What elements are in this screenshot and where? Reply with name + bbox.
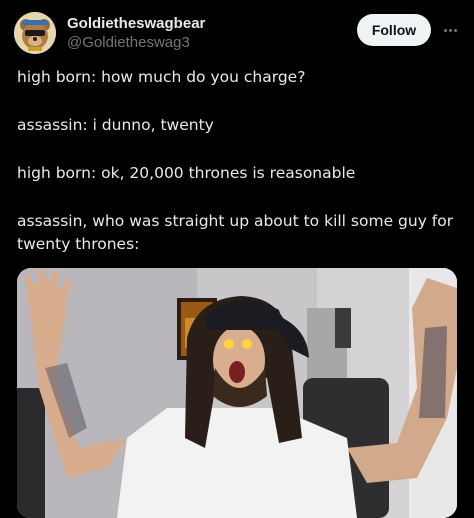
tweet-line: high born: ok, 20,000 thrones is reasona…	[17, 164, 356, 182]
tweet-line: assassin: i dunno, twenty	[17, 116, 214, 134]
follow-button[interactable]: Follow	[357, 14, 431, 46]
more-dot	[448, 28, 452, 32]
photo-image	[17, 268, 457, 518]
avatar[interactable]	[14, 12, 56, 54]
more-options-icon[interactable]	[440, 18, 460, 42]
tweet-line: high born: how much do you charge?	[17, 68, 306, 86]
display-name[interactable]: Goldietheswagbear	[67, 15, 205, 33]
tweet-text: high born: how much do you charge? assas…	[17, 66, 457, 256]
tweet-media-photo[interactable]	[17, 268, 457, 518]
user-info: Goldietheswagbear @Goldietheswag3	[67, 15, 205, 53]
user-handle[interactable]: @Goldietheswag3	[67, 33, 205, 53]
bear-avatar-icon	[14, 12, 56, 54]
more-dot	[443, 28, 447, 32]
tweet-header: Goldietheswagbear @Goldietheswag3 Follow	[14, 12, 460, 56]
more-dot	[453, 28, 457, 32]
tweet-post: Goldietheswagbear @Goldietheswag3 Follow…	[0, 0, 474, 518]
tweet-line: assassin, who was straight up about to k…	[17, 212, 454, 253]
